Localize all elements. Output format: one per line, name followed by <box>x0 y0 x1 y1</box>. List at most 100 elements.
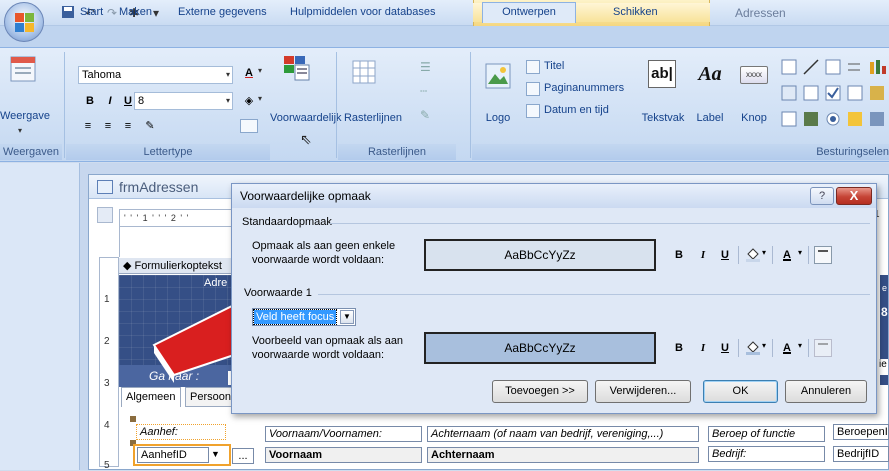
condition-font-color-button[interactable]: A <box>778 339 796 357</box>
align-center-icon[interactable]: ≡ <box>98 117 118 135</box>
voorwaardelijk-button[interactable]: Voorwaardelijk <box>270 112 342 124</box>
standard-fill-dropdown-icon[interactable]: ▾ <box>762 248 766 257</box>
tab-externe-gegevens[interactable]: Externe gegevens <box>170 3 275 22</box>
condition-fill-dropdown-icon[interactable]: ▾ <box>762 341 766 350</box>
aanhef-id-field[interactable]: AanhefID <box>137 447 209 463</box>
condition-fill-color-icon[interactable] <box>744 339 762 357</box>
tekstvak-button[interactable]: Tekstvak <box>638 112 688 124</box>
group-lettertype: Lettertype <box>66 144 270 160</box>
tab-hulpmiddelen-databases[interactable]: Hulpmiddelen voor databases <box>282 3 444 22</box>
standard-preview: AaBbCcYyZz <box>424 239 656 271</box>
form-title-text: frmAdressen <box>119 179 199 195</box>
title-icon[interactable] <box>526 60 540 74</box>
underline-button[interactable]: U <box>118 92 138 110</box>
adre-label: Adre <box>204 277 228 289</box>
align-right-icon[interactable]: ≡ <box>118 117 138 135</box>
font-color-dropdown-icon[interactable]: ▾ <box>258 66 262 75</box>
gridlines-icon[interactable] <box>352 60 376 84</box>
standard-italic-button[interactable]: I <box>694 246 712 264</box>
voornaam-field[interactable]: Voornaam <box>265 447 422 463</box>
condition-preview: AaBbCcYyZz <box>424 332 656 364</box>
aanhef-ellipsis-button[interactable]: ... <box>232 448 254 464</box>
textbox-icon[interactable]: ab| <box>648 60 676 88</box>
button-control-icon[interactable]: xxxx <box>740 66 768 84</box>
standard-enable-icon[interactable] <box>814 246 832 264</box>
add-condition-button[interactable]: Toevoegen >> <box>492 380 588 403</box>
line-type-icon[interactable]: ┄ <box>420 84 427 98</box>
beroep-id-field[interactable]: BeroepenI <box>833 424 889 440</box>
page-numbers-icon[interactable] <box>526 82 540 96</box>
delete-condition-button[interactable]: Verwijderen... <box>595 380 691 403</box>
condition-italic-button[interactable]: I <box>694 339 712 357</box>
knop-button[interactable]: Knop <box>736 112 772 124</box>
toolbar-separator <box>738 246 739 264</box>
office-logo-icon <box>15 13 34 32</box>
close-button[interactable]: X <box>836 187 872 205</box>
tab-persoon[interactable]: Persoon <box>185 387 235 407</box>
achternaam-field[interactable]: Achternaam <box>427 447 699 463</box>
condition-dropdown-icon[interactable]: ▼ <box>340 310 354 324</box>
aanhef-dropdown-icon[interactable]: ▼ <box>211 449 220 459</box>
move-handle[interactable] <box>130 416 136 422</box>
tab-start[interactable]: Start <box>72 3 111 22</box>
titel-button[interactable]: Titel <box>544 60 564 72</box>
label-icon[interactable]: Aa <box>696 60 724 88</box>
weergave-button[interactable]: Weergave <box>0 110 50 122</box>
line-thickness-icon[interactable]: ☰ <box>420 60 431 74</box>
fill-color-dropdown-icon[interactable]: ▾ <box>258 94 262 103</box>
beroep-label: Beroep of functie <box>708 426 825 442</box>
group-divider <box>318 294 870 295</box>
label-button[interactable]: Label <box>692 112 728 124</box>
vertical-ruler[interactable]: 1 2 3 4 5 <box>99 257 119 471</box>
date-time-icon[interactable] <box>526 104 540 118</box>
aanhef-label[interactable]: Aanhef: <box>136 424 226 440</box>
font-size-combo[interactable]: 8 ▾ <box>134 92 233 110</box>
aanhef-combo-selected[interactable]: AanhefID ▼ <box>133 444 231 466</box>
format-painter-icon[interactable]: ✎ <box>140 117 160 135</box>
horizontal-ruler[interactable]: ' ' ' 1 ' ' ' 2 ' ' <box>119 209 234 227</box>
conditional-format-icon[interactable] <box>282 54 312 84</box>
standard-font-color-dropdown-icon[interactable]: ▾ <box>798 248 802 257</box>
toolbar-separator <box>772 246 773 264</box>
tab-ontwerpen[interactable]: Ontwerpen <box>482 2 576 23</box>
standard-font-color-button[interactable]: A <box>778 246 796 264</box>
standard-format-group-label: Standaardopmaak <box>242 216 332 228</box>
align-left-icon[interactable]: ≡ <box>78 117 98 135</box>
weergave-dropdown-icon[interactable]: ▾ <box>18 126 22 135</box>
bedrijf-id-field[interactable]: BedrijfID <box>833 446 889 462</box>
condition-bold-button[interactable]: B <box>670 339 688 357</box>
tab-schikken[interactable]: Schikken <box>605 3 666 22</box>
conditional-format-dialog: Voorwaardelijke opmaak ? X Standaardopma… <box>231 183 877 414</box>
form-header-section-bar[interactable]: ◆ Formulierkoptekst <box>119 258 234 274</box>
tab-maken[interactable]: Maken <box>111 3 160 22</box>
rasterlijnen-button[interactable]: Rasterlijnen <box>340 112 406 124</box>
condition-select[interactable]: Veld heeft focus ▼ <box>252 308 356 326</box>
form-selector[interactable] <box>97 207 113 223</box>
italic-button[interactable]: I <box>100 92 120 110</box>
line-color-icon[interactable]: ✎ <box>420 108 430 122</box>
standard-underline-button[interactable]: U <box>716 246 734 264</box>
standard-bold-button[interactable]: B <box>670 246 688 264</box>
bold-button[interactable]: B <box>80 92 100 110</box>
gridlines-style-icon[interactable] <box>240 119 258 133</box>
ok-button[interactable]: OK <box>703 380 778 403</box>
tab-algemeen[interactable]: Algemeen <box>121 387 181 407</box>
standard-fill-color-icon[interactable] <box>744 246 762 264</box>
ruler-num: 2 <box>104 336 110 347</box>
controls-gallery[interactable] <box>780 58 889 138</box>
logo-icon[interactable] <box>484 62 512 90</box>
condition-underline-button[interactable]: U <box>716 339 734 357</box>
font-name-combo[interactable]: Tahoma ▾ <box>78 66 233 84</box>
right-e: e <box>882 283 888 293</box>
ruler-num: 4 <box>104 420 110 431</box>
condition-enable-icon[interactable] <box>814 339 832 357</box>
condition-font-color-dropdown-icon[interactable]: ▾ <box>798 341 802 350</box>
office-button[interactable] <box>4 2 44 42</box>
toolbar-separator <box>808 339 809 357</box>
help-button[interactable]: ? <box>810 187 834 205</box>
datum-tijd-button[interactable]: Datum en tijd <box>544 104 609 116</box>
cancel-button[interactable]: Annuleren <box>785 380 867 403</box>
paginanummers-button[interactable]: Paginanummers <box>544 82 624 94</box>
logo-button[interactable]: Logo <box>478 112 518 124</box>
view-icon[interactable] <box>8 54 38 84</box>
